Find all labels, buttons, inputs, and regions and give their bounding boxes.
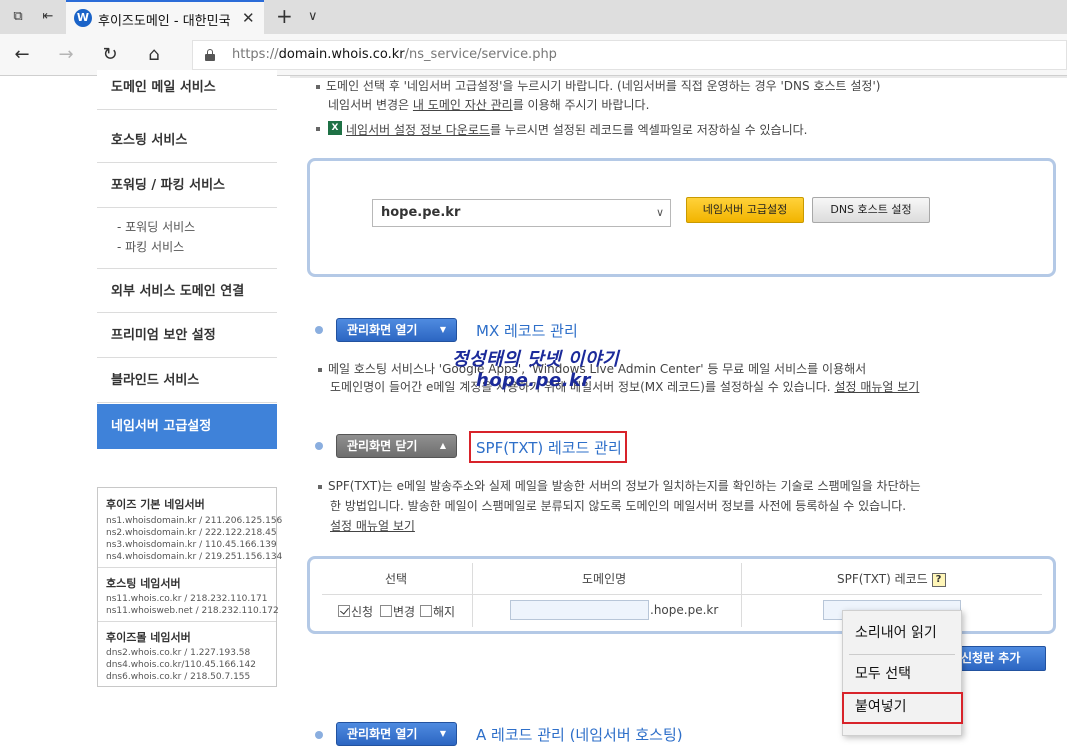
- mx-open-button[interactable]: 관리화면 열기 ▼: [336, 318, 457, 342]
- cancel-checkbox[interactable]: [420, 605, 432, 617]
- ns-advanced-button[interactable]: 네임서버 고급설정: [686, 197, 804, 223]
- sidebar-item-premium-security[interactable]: 프리미엄 보안 설정: [97, 313, 277, 358]
- paste-highlight: [842, 692, 963, 724]
- section-bullet: [315, 442, 323, 450]
- close-icon[interactable]: ✕: [242, 10, 255, 26]
- change-label: 변경: [393, 605, 416, 619]
- sidebar-item-blind[interactable]: 블라인드 서비스: [97, 358, 277, 403]
- triangle-down-icon: ▼: [439, 325, 446, 334]
- ns-info-download-link[interactable]: 네임서버 설정 정보 다운로드: [346, 123, 490, 137]
- add-row-button[interactable]: 신청란 추가: [950, 646, 1046, 671]
- notice-line-3: [316, 121, 326, 135]
- col-header-record: SPF(TXT) 레코드 ?: [837, 570, 946, 587]
- tab-title: 후이즈도메인 - 대한민국: [98, 14, 231, 28]
- watermark-site: hope.pe.kr: [476, 370, 591, 391]
- ns-line: dns4.whois.co.kr/110.45.166.142: [106, 660, 256, 670]
- ns-line: dns2.whois.co.kr / 1.227.193.58: [106, 648, 251, 658]
- forward-icon[interactable]: →: [54, 44, 78, 66]
- col-header-select: 선택: [385, 572, 408, 586]
- notice-line-2: 네임서버 변경은 내 도메인 자산 관리를 이용해 주시기 바랍니다.: [328, 98, 650, 112]
- table-header-divider: [322, 594, 1042, 595]
- triangle-up-icon: ▲: [439, 441, 446, 450]
- notice-line-1: 도메인 선택 후 '네임서버 고급설정'을 누르시기 바랍니다. (네임서버를 …: [316, 77, 880, 94]
- tab-strip: ⧉ ⇤ W 후이즈도메인 - 대한민국 ✕ + ∨: [0, 0, 1067, 34]
- notice-line-3-text: 네임서버 설정 정보 다운로드를 누르시면 설정된 레코드를 엑셀파일로 저장하…: [346, 123, 808, 137]
- mx-manual-link[interactable]: 설정 매뉴얼 보기: [834, 380, 919, 394]
- new-tab-icon[interactable]: +: [276, 6, 293, 26]
- spf-desc-3: 설정 매뉴얼 보기: [330, 517, 415, 534]
- dns-host-button[interactable]: DNS 호스트 설정: [812, 197, 930, 223]
- domain-suffix: .hope.pe.kr: [650, 603, 719, 617]
- my-domain-assets-link[interactable]: 내 도메인 자산 관리: [413, 98, 513, 112]
- ns-group-title: 후이즈 기본 네임서버: [106, 498, 205, 511]
- mx-section-title: MX 레코드 관리: [476, 322, 578, 340]
- sidebar-item-ns-advanced[interactable]: 네임서버 고급설정: [97, 404, 277, 449]
- url-text: https://domain.whois.co.kr/ns_service/se…: [232, 47, 557, 62]
- sidebar-item-external-link[interactable]: 외부 서비스 도메인 연결: [97, 268, 277, 313]
- sidebar-item-hosting[interactable]: 호스팅 서비스: [97, 118, 277, 163]
- table-col-divider: [741, 563, 742, 627]
- spf-close-button[interactable]: 관리화면 닫기 ▲: [336, 434, 457, 458]
- spf-desc-1: SPF(TXT)는 e메일 발송주소와 실제 메일을 발송한 서버의 정보가 일…: [318, 477, 921, 494]
- ns-line: ns1.whoisdomain.kr / 211.206.125.156: [106, 516, 283, 526]
- tab-whois[interactable]: W 후이즈도메인 - 대한민국 ✕: [66, 0, 264, 34]
- ns-line: dns6.whois.co.kr / 218.50.7.155: [106, 672, 251, 682]
- whois-favicon-icon: W: [74, 9, 92, 27]
- ns-line: ns2.whoisdomain.kr / 222.122.218.45: [106, 528, 277, 538]
- watermark-title: 정성태의 닷넷 이야기: [452, 349, 620, 370]
- sidebar-subitem-forwarding[interactable]: - 포워딩 서비스: [117, 218, 195, 235]
- divider: [98, 621, 276, 622]
- url-field[interactable]: https://domain.whois.co.kr/ns_service/se…: [192, 40, 1067, 70]
- a-record-section-title: A 레코드 관리 (네임서버 호스팅): [476, 726, 683, 744]
- a-record-open-button[interactable]: 관리화면 열기 ▼: [336, 722, 457, 746]
- chevron-down-icon[interactable]: ∨: [308, 7, 318, 27]
- spf-manual-link[interactable]: 설정 매뉴얼 보기: [330, 519, 415, 533]
- refresh-icon[interactable]: ↻: [98, 44, 122, 66]
- ns-line: ns11.whois.co.kr / 218.232.110.171: [106, 594, 268, 604]
- back-icon[interactable]: ←: [10, 44, 34, 66]
- set-aside-tabs-icon[interactable]: ⇤: [38, 7, 58, 27]
- divider: [98, 567, 276, 568]
- triangle-down-icon: ▼: [439, 729, 446, 738]
- change-checkbox[interactable]: [380, 605, 392, 617]
- menu-item-select-all[interactable]: 모두 선택: [843, 659, 961, 689]
- tab-actions-icon[interactable]: ⧉: [8, 7, 28, 27]
- chevron-down-icon: ∨: [655, 206, 664, 219]
- menu-item-read-aloud[interactable]: 소리내어 읽기: [843, 618, 961, 648]
- ns-line: ns11.whoisweb.net / 218.232.110.172: [106, 606, 279, 616]
- subdomain-input[interactable]: [510, 600, 649, 620]
- table-col-divider: [472, 563, 473, 627]
- section-bullet: [315, 326, 323, 334]
- apply-checkbox[interactable]: [338, 605, 350, 617]
- ns-group-title: 호스팅 네임서버: [106, 577, 181, 590]
- ns-line: ns3.whoisdomain.kr / 110.45.166.139: [106, 540, 277, 550]
- sidebar-item-domain-mail[interactable]: 도메인 메일 서비스: [97, 70, 277, 110]
- help-icon[interactable]: ?: [931, 572, 946, 587]
- mx-desc-2: 도메인명이 들어간 e메일 계정을 사용하기 위해 메일서버 정보(MX 레코드…: [330, 380, 920, 394]
- lock-icon: [205, 49, 215, 61]
- spf-title-highlight: [469, 431, 627, 463]
- sidebar-subitem-parking[interactable]: - 파킹 서비스: [117, 238, 184, 255]
- ns-group-title: 후이즈몰 네임서버: [106, 631, 191, 644]
- section-bullet: [315, 731, 323, 739]
- domain-select[interactable]: hope.pe.kr ∨: [372, 199, 671, 227]
- sidebar-item-forwarding-parking[interactable]: 포워딩 / 파킹 서비스: [97, 163, 277, 208]
- nameserver-info-box: 후이즈 기본 네임서버 ns1.whoisdomain.kr / 211.206…: [97, 487, 282, 687]
- ns-line: ns4.whoisdomain.kr / 219.251.156.134: [106, 552, 283, 562]
- excel-icon: X: [328, 121, 342, 135]
- cancel-label: 해지: [433, 605, 456, 619]
- spf-desc-2: 한 방법입니다. 발송한 메일이 스팸메일로 분류되지 않도록 도메인의 메일서…: [330, 499, 907, 513]
- apply-label: 신청: [351, 605, 374, 619]
- home-icon[interactable]: ⌂: [142, 44, 166, 66]
- col-header-domain: 도메인명: [582, 572, 627, 586]
- menu-divider: [849, 654, 955, 655]
